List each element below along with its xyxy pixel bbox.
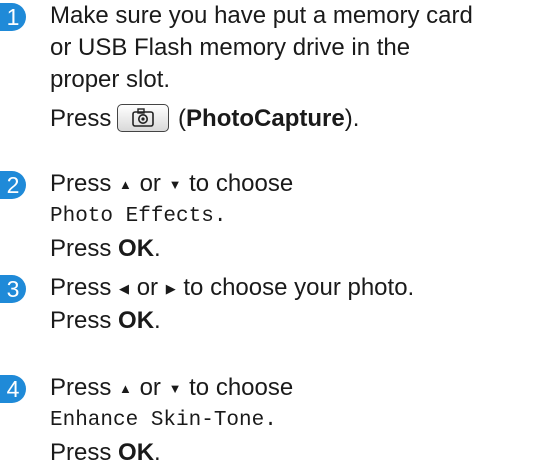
menu-option-enhance-skin-tone: Enhance Skin-Tone.: [50, 409, 277, 432]
step-3-text: Press ◀ or ▶ to choose your photo. Press…: [50, 272, 540, 337]
press-text: Press: [50, 374, 112, 401]
step-1-press-line: Press (PhotoCapture).: [50, 103, 540, 135]
menu-option-photo-effects: Photo Effects.: [50, 205, 227, 228]
step-4-press-line: Press ▲ or ▼ to choose: [50, 372, 540, 405]
down-arrow-icon: ▼: [168, 177, 182, 192]
or-text: or: [139, 374, 161, 401]
period: .: [154, 439, 161, 466]
right-arrow-icon: ▶: [165, 281, 176, 296]
up-arrow-icon: ▲: [119, 177, 132, 192]
step-3-ok-line: Press OK.: [50, 305, 540, 337]
step-1-text: Make sure you have put a memory card or …: [50, 0, 540, 135]
press-text: Press: [50, 105, 112, 132]
ok-key-label: OK: [118, 235, 155, 262]
left-arrow-icon: ◀: [119, 281, 130, 296]
step-number-badge: 3: [0, 275, 26, 303]
step-2-text: Press ▲ or ▼ to choose Photo Effects. Pr…: [50, 168, 540, 265]
step-2-press-line: Press ▲ or ▼ to choose: [50, 168, 540, 201]
photocapture-label: PhotoCapture: [186, 105, 345, 132]
press-text: Press: [50, 307, 112, 334]
to-choose-text: to choose your photo.: [183, 274, 415, 301]
up-arrow-icon: ▲: [119, 381, 132, 396]
period: .: [154, 235, 161, 262]
step-1-line-2: or USB Flash memory drive in the: [50, 34, 411, 61]
press-text: Press: [50, 439, 112, 466]
photocapture-button[interactable]: [117, 103, 170, 132]
press-text: Press: [50, 274, 112, 301]
down-arrow-icon: ▼: [168, 381, 182, 396]
step-number-badge: 2: [0, 171, 26, 199]
step-number-badge: 4: [0, 375, 26, 403]
step-2-ok-line: Press OK.: [50, 233, 540, 265]
to-choose-text: to choose: [189, 170, 294, 197]
period: .: [154, 307, 161, 334]
step-4-ok-line: Press OK.: [50, 437, 540, 469]
close-paren: ).: [344, 105, 360, 132]
step-number-badge: 1: [0, 3, 26, 31]
ok-key-label: OK: [118, 307, 155, 334]
press-text: Press: [50, 170, 112, 197]
or-text: or: [136, 274, 159, 301]
ok-key-label: OK: [118, 439, 155, 466]
step-1-line-3: proper slot.: [50, 66, 171, 93]
open-paren: (: [178, 105, 187, 132]
camera-icon: [132, 107, 155, 127]
press-text: Press: [50, 235, 112, 262]
step-4-text: Press ▲ or ▼ to choose Enhance Skin-Tone…: [50, 372, 540, 469]
or-text: or: [139, 170, 161, 197]
step-1-line-1: Make sure you have put a memory card: [50, 2, 473, 29]
step-3-press-line: Press ◀ or ▶ to choose your photo.: [50, 272, 540, 305]
to-choose-text: to choose: [189, 374, 294, 401]
